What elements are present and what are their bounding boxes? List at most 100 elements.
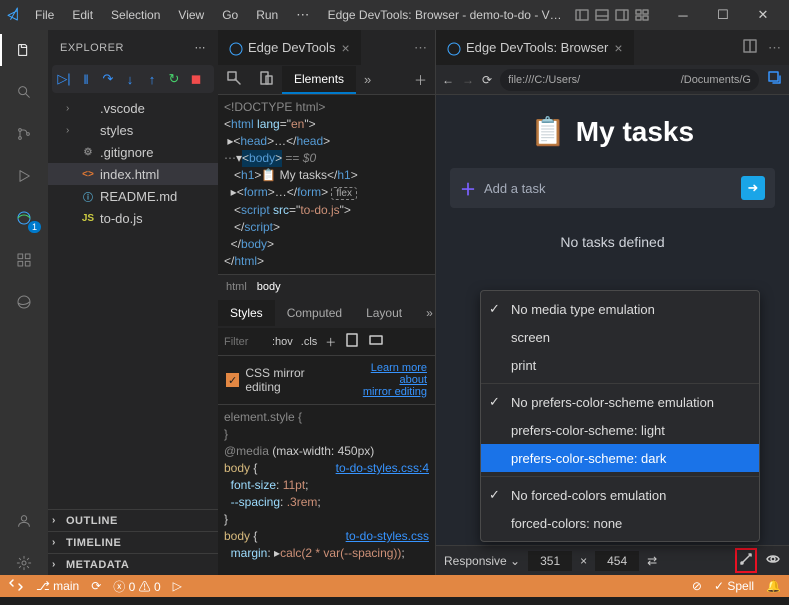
menu-go[interactable]: Go (215, 4, 245, 26)
pause-icon[interactable]: ‖ (78, 71, 94, 87)
ports-icon[interactable]: ⊘ (692, 579, 702, 593)
elements-tab[interactable]: Elements (282, 66, 356, 94)
device-styles-icon[interactable] (344, 332, 360, 351)
inspect-icon[interactable] (218, 70, 250, 89)
menu-run[interactable]: Run (249, 4, 285, 26)
problems-indicator[interactable]: ⓧ 0 ⚠ 0 (113, 578, 160, 595)
height-input[interactable] (595, 551, 639, 571)
debug-status-icon[interactable]: ▷ (173, 579, 182, 593)
spell-indicator[interactable]: ✓ Spell (714, 579, 754, 593)
styles-filter-input[interactable] (224, 336, 264, 348)
emul-forced-colors-none[interactable]: forced-colors: none (481, 509, 759, 537)
menu-file[interactable]: File (28, 4, 61, 26)
file-styles[interactable]: ›styles (48, 119, 218, 141)
branch-indicator[interactable]: ⎇ main (36, 579, 79, 593)
menu-view[interactable]: View (171, 4, 211, 26)
emul-print[interactable]: print (481, 351, 759, 379)
more-tabs-icon[interactable]: » (356, 72, 379, 87)
tab-edge-browser[interactable]: Edge DevTools: Browser × (436, 30, 634, 65)
edge-tools-icon[interactable]: 1 (12, 206, 36, 230)
toggle-panel-bottom-icon[interactable] (593, 6, 611, 24)
emulate-rendering-icon[interactable] (735, 548, 757, 573)
menu-more-icon[interactable]: ⋯ (289, 3, 316, 27)
device-icon[interactable] (250, 70, 282, 89)
more-actions-icon[interactable]: ⋯ (414, 40, 427, 56)
close-tab-icon[interactable]: × (614, 40, 622, 56)
toggle-common-icon[interactable] (368, 332, 384, 351)
mirror-checkbox[interactable]: ✓ (226, 373, 239, 387)
emul-screen[interactable]: screen (481, 323, 759, 351)
source-control-icon[interactable] (12, 122, 36, 146)
continue-icon[interactable]: ▷| (56, 71, 72, 87)
devtools-elements-panel: Edge DevTools × ⋯ Elements » ＋ <!DOCTYPE… (218, 30, 436, 575)
new-style-icon[interactable]: ＋ (325, 334, 336, 350)
width-input[interactable] (528, 551, 572, 571)
title-bar: File Edit Selection View Go Run ⋯ Edge D… (0, 0, 789, 30)
submit-icon[interactable]: ➜ (741, 176, 765, 200)
vision-deficiency-icon[interactable] (765, 551, 781, 570)
breadcrumb[interactable]: html body (218, 274, 435, 298)
emul-prefers-color-scheme-dark[interactable]: prefers-color-scheme: dark (481, 444, 759, 472)
settings-gear-icon[interactable] (12, 551, 36, 575)
menu-edit[interactable]: Edit (65, 4, 100, 26)
remote-icon[interactable] (8, 577, 24, 596)
close-tab-icon[interactable]: × (341, 40, 349, 56)
computed-tab[interactable]: Computed (275, 300, 354, 326)
step-over-icon[interactable]: ↷ (100, 71, 116, 87)
forward-icon[interactable]: → (462, 73, 474, 87)
search-icon[interactable] (12, 80, 36, 104)
window-title: Edge DevTools: Browser - demo-to-do - V… (320, 8, 569, 22)
back-icon[interactable]: ← (442, 73, 454, 87)
hov-toggle[interactable]: :hov (272, 336, 293, 348)
toggle-panel-left-icon[interactable] (573, 6, 591, 24)
more-actions-icon[interactable]: ⋯ (768, 40, 781, 56)
split-editor-icon[interactable] (742, 38, 758, 57)
notifications-icon[interactable]: 🔔 (766, 579, 781, 593)
outline-section[interactable]: ›OUTLINE (48, 509, 218, 531)
metadata-section[interactable]: ›METADATA (48, 553, 218, 575)
emul-no-prefers-color-scheme-emulation[interactable]: ✓No prefers-color-scheme emulation (481, 388, 759, 416)
styles-rules[interactable]: element.style { } @media (max-width: 450… (218, 405, 435, 566)
file-.vscode[interactable]: ›.vscode (48, 97, 218, 119)
run-debug-icon[interactable] (12, 164, 36, 188)
tab-edge-devtools[interactable]: Edge DevTools × (218, 30, 361, 65)
edge-icon[interactable] (12, 290, 36, 314)
extensions-icon[interactable] (12, 248, 36, 272)
timeline-section[interactable]: ›TIMELINE (48, 531, 218, 553)
file-README.md[interactable]: ⓘREADME.md (48, 185, 218, 207)
open-devtools-icon[interactable] (767, 70, 783, 89)
emul-prefers-color-scheme-light[interactable]: prefers-color-scheme: light (481, 416, 759, 444)
accounts-icon[interactable] (12, 509, 36, 533)
add-task-input[interactable]: ＋ Add a task ➜ (450, 168, 775, 208)
chevron-down-icon: ⌄ (510, 554, 520, 568)
step-into-icon[interactable]: ↓ (122, 71, 138, 87)
add-tab-icon[interactable]: ＋ (406, 70, 435, 89)
close-icon[interactable]: ✕ (743, 0, 783, 30)
stop-icon[interactable]: ◼ (188, 71, 204, 87)
file-index.html[interactable]: <>index.html (48, 163, 218, 185)
maximize-icon[interactable]: ☐ (703, 0, 743, 30)
reload-icon[interactable]: ⟳ (482, 73, 492, 87)
rotate-icon[interactable]: ⇄ (647, 554, 657, 568)
toggle-panel-right-icon[interactable] (613, 6, 631, 24)
emul-no-forced-colors-emulation[interactable]: ✓No forced-colors emulation (481, 481, 759, 509)
restart-icon[interactable]: ↻ (166, 71, 182, 87)
file-.gitignore[interactable]: ⚙.gitignore (48, 141, 218, 163)
menu-selection[interactable]: Selection (104, 4, 167, 26)
emul-no-media-type-emulation[interactable]: ✓No media type emulation (481, 295, 759, 323)
cls-toggle[interactable]: .cls (301, 336, 318, 348)
explorer-more-icon[interactable]: ⋯ (195, 41, 207, 54)
step-out-icon[interactable]: ↑ (144, 71, 160, 87)
url-bar[interactable]: file:///C:/Users//Documents/G (500, 69, 759, 91)
explorer-icon[interactable] (12, 38, 36, 62)
responsive-dropdown[interactable]: Responsive ⌄ (444, 554, 520, 568)
sync-icon[interactable]: ⟳ (91, 579, 101, 593)
file-to-do.js[interactable]: JSto-do.js (48, 207, 218, 229)
styles-tab[interactable]: Styles (218, 300, 275, 326)
layout-tab[interactable]: Layout (354, 300, 414, 326)
explorer-sidebar: EXPLORER ⋯ ▷| ‖ ↷ ↓ ↑ ↻ ◼ ›.vscode›style… (48, 30, 218, 575)
mirror-learn-link[interactable]: Learn more aboutmirror editing (344, 362, 427, 398)
dom-tree[interactable]: <!DOCTYPE html> <html lang="en"> ▸<head>… (218, 95, 435, 274)
customize-layout-icon[interactable] (633, 6, 651, 24)
minimize-icon[interactable]: ─ (663, 0, 703, 30)
